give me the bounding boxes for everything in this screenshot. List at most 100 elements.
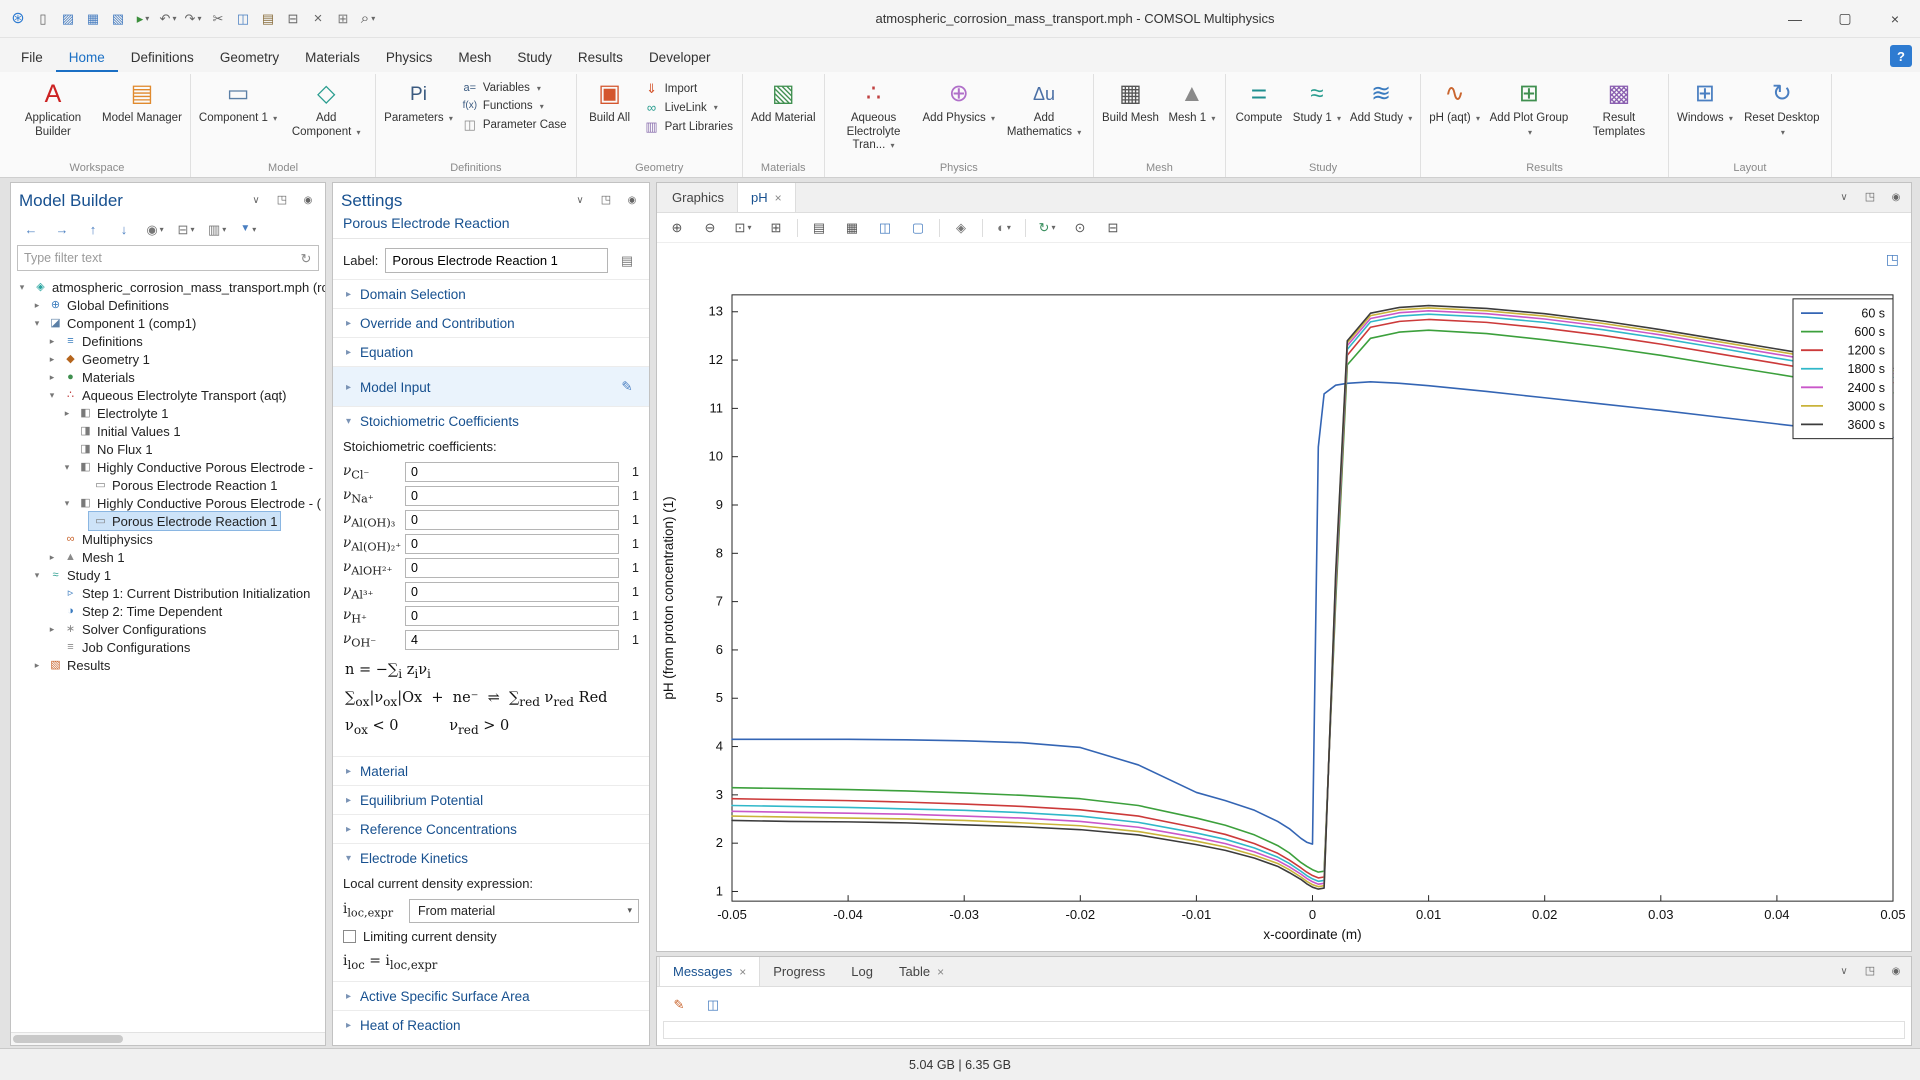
float-panel-button[interactable]: ◳ xyxy=(1861,962,1879,982)
paste-button[interactable]: ▤ xyxy=(256,6,280,32)
menu-tab-study[interactable]: Study xyxy=(504,43,565,72)
tree-item-electrolyte-1[interactable]: ▸◧Electrolyte 1 xyxy=(11,404,325,422)
limiting-current-density-checkbox[interactable] xyxy=(343,930,356,943)
stoich-input-aloh[interactable] xyxy=(405,558,619,578)
chevron-down-button[interactable]: ∨ xyxy=(571,191,589,211)
tree-item-study-1[interactable]: ▾≈Study 1 xyxy=(11,566,325,584)
plot-area[interactable]: -0.05-0.04-0.03-0.02-0.0100.010.020.030.… xyxy=(657,243,1911,951)
axis-button[interactable]: ▤ xyxy=(807,216,831,240)
expander-closed-icon[interactable]: ▸ xyxy=(45,552,59,563)
clear-button[interactable]: ✎ xyxy=(667,991,691,1017)
tree-item-atmospheric-corrosion-mass-transport-mph-root[interactable]: ▾◈atmospheric_corrosion_mass_transport.m… xyxy=(11,278,325,296)
zoom-in-button[interactable]: ⊕ xyxy=(665,216,689,240)
study-1-button[interactable]: ≈Study 1 ▾ xyxy=(1289,74,1345,127)
grid-lines-button[interactable]: ▦ xyxy=(840,216,864,240)
menu-tab-home[interactable]: Home xyxy=(56,43,118,72)
section-active-specific-surface-area[interactable]: ▸Active Specific Surface Area xyxy=(333,981,649,1010)
menu-tab-developer[interactable]: Developer xyxy=(636,43,724,72)
lock-axes-button[interactable]: ◈ xyxy=(949,216,973,240)
show-button[interactable]: ◉▾ xyxy=(143,218,167,240)
float-panel-button[interactable]: ◳ xyxy=(1861,188,1879,208)
tree-item-porous-electrode-reaction-1[interactable]: ▭Porous Electrode Reaction 1 xyxy=(11,512,325,530)
tree-item-global-definitions[interactable]: ▸⊕Global Definitions xyxy=(11,296,325,314)
tree-item-highly-conductive-porous-electrode[interactable]: ▾◧Highly Conductive Porous Electrode - ( xyxy=(11,494,325,512)
iloc-expr-dropdown[interactable]: From material▾ xyxy=(409,899,639,923)
forward-button[interactable]: → xyxy=(50,218,74,240)
tree-item-aqueous-electrolyte-transport-aqt[interactable]: ▾∴Aqueous Electrolyte Transport (aqt) xyxy=(11,386,325,404)
compute-button[interactable]: =Compute xyxy=(1231,74,1287,127)
help-button[interactable]: ? xyxy=(1890,45,1912,67)
add-material-button[interactable]: ▧Add Material xyxy=(748,74,819,127)
close-button[interactable]: × xyxy=(1870,0,1920,38)
filter-button[interactable]: ▼▾ xyxy=(236,218,260,240)
messages-tab-table[interactable]: Table× xyxy=(886,957,957,986)
maximize-button[interactable]: ▢ xyxy=(1820,0,1870,38)
add-mathematics-button[interactable]: ΔuAdd Mathematics ▾ xyxy=(1000,74,1088,140)
messages-tab-progress[interactable]: Progress xyxy=(760,957,838,986)
messages-tab-messages[interactable]: Messages× xyxy=(659,957,760,986)
expander-closed-icon[interactable]: ▸ xyxy=(45,354,59,365)
add-study-button[interactable]: ≋Add Study ▾ xyxy=(1347,74,1415,127)
pin-button[interactable]: ◉ xyxy=(1887,962,1905,982)
stoich-input-h[interactable] xyxy=(405,606,619,626)
tree-item-no-flux-1[interactable]: ◨No Flux 1 xyxy=(11,440,325,458)
section-equilibrium-potential[interactable]: ▸Equilibrium Potential xyxy=(333,785,649,814)
tree-item-initial-values-1[interactable]: ◨Initial Values 1 xyxy=(11,422,325,440)
section-domain-selection[interactable]: ▸Domain Selection xyxy=(333,279,649,308)
expander-closed-icon[interactable]: ▸ xyxy=(45,336,59,347)
add-plot-group-button[interactable]: ⊞Add Plot Group ▾ xyxy=(1485,74,1573,140)
plot-corner-button[interactable]: ◳ xyxy=(1886,251,1899,267)
expander-open-icon[interactable]: ▾ xyxy=(30,570,44,581)
application-builder-button[interactable]: AApplication Builder xyxy=(9,74,97,140)
search-button[interactable]: ⌕▾ xyxy=(356,6,380,32)
tree-item-definitions[interactable]: ▸≡Definitions xyxy=(11,332,325,350)
image-snapshot-button[interactable]: ⊙ xyxy=(1068,216,1092,240)
tree-item-multiphysics[interactable]: ∞Multiphysics xyxy=(11,530,325,548)
zoom-box-button[interactable]: ⊡▾ xyxy=(731,216,755,240)
graphics-tab-ph[interactable]: pH× xyxy=(737,183,796,212)
close-tab-icon[interactable]: × xyxy=(739,965,746,979)
expander-open-icon[interactable]: ▾ xyxy=(45,390,59,401)
part-libraries-button[interactable]: ▥Part Libraries xyxy=(640,119,737,134)
cut-button[interactable]: ✂ xyxy=(206,6,230,32)
expander-open-icon[interactable]: ▾ xyxy=(15,282,29,293)
tree-item-step-2-time-dependent[interactable]: ◑Step 2: Time Dependent xyxy=(11,602,325,620)
expander-closed-icon[interactable]: ▸ xyxy=(30,300,44,311)
livelink-button[interactable]: ∞LiveLink▾ xyxy=(640,100,737,115)
tree-item-porous-electrode-reaction-1[interactable]: ▭Porous Electrode Reaction 1 xyxy=(11,476,325,494)
tree-item-geometry-1[interactable]: ▸◆Geometry 1 xyxy=(11,350,325,368)
save-button[interactable]: ▦ xyxy=(81,6,105,32)
menu-tab-mesh[interactable]: Mesh xyxy=(445,43,504,72)
chevron-down-button[interactable]: ∨ xyxy=(1835,962,1853,982)
stoich-input-na[interactable] xyxy=(405,486,619,506)
component-1-button[interactable]: ▭Component 1 ▾ xyxy=(196,74,280,127)
mesh-1-button[interactable]: ▲Mesh 1 ▾ xyxy=(1164,74,1220,127)
delete-button[interactable]: × xyxy=(306,6,330,32)
stoich-input-al-oh[interactable] xyxy=(405,534,619,554)
aqueous-electrolyte-tran-button[interactable]: ∴Aqueous Electrolyte Tran... ▾ xyxy=(830,74,918,154)
back-button[interactable]: ← xyxy=(19,218,43,240)
model-tree-nodes-button[interactable]: ⊟▾ xyxy=(174,218,198,240)
ph-aqt-button[interactable]: ∿pH (aqt) ▾ xyxy=(1426,74,1483,127)
menu-tab-materials[interactable]: Materials xyxy=(292,43,373,72)
menu-tab-file[interactable]: File xyxy=(8,43,56,72)
result-templates-button[interactable]: ▩Result Templates xyxy=(1575,74,1663,140)
scrollbar-thumb[interactable] xyxy=(13,1035,123,1043)
build-mesh-button[interactable]: ▦Build Mesh xyxy=(1099,74,1162,127)
move-down-button[interactable]: ↓ xyxy=(112,218,136,240)
parameter-case-button[interactable]: ◫Parameter Case xyxy=(458,117,571,132)
messages-tab-log[interactable]: Log xyxy=(838,957,886,986)
reset-desktop-button[interactable]: ↻Reset Desktop ▾ xyxy=(1738,74,1826,140)
section-override-and-contribution[interactable]: ▸Override and Contribution xyxy=(333,308,649,337)
import-button[interactable]: ⇓Import xyxy=(640,81,737,96)
undo-button[interactable]: ↶▾ xyxy=(156,6,180,32)
variables-button[interactable]: a=Variables▾ xyxy=(458,81,571,95)
tree-item-component-1-comp1[interactable]: ▾◪Component 1 (comp1) xyxy=(11,314,325,332)
pin-button[interactable]: ◉ xyxy=(299,191,317,211)
expander-open-icon[interactable]: ▾ xyxy=(30,318,44,329)
stoich-input-al[interactable] xyxy=(405,582,619,602)
ph-plot-canvas[interactable]: -0.05-0.04-0.03-0.02-0.0100.010.020.030.… xyxy=(657,243,1911,951)
chevron-down-button[interactable]: ∨ xyxy=(1835,188,1853,208)
menu-tab-results[interactable]: Results xyxy=(565,43,636,72)
plot-update-button[interactable]: ↻▾ xyxy=(1035,216,1059,240)
